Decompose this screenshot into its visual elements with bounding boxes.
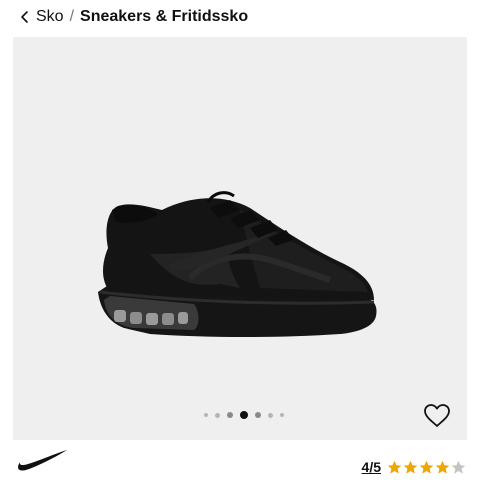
- carousel-dot-active[interactable]: [240, 411, 248, 419]
- breadcrumb-parent-link[interactable]: Sko: [36, 9, 64, 25]
- favorite-button[interactable]: [423, 403, 451, 429]
- star-empty-icon: [451, 460, 466, 474]
- carousel-indicator[interactable]: [13, 410, 467, 420]
- swoosh-logo: [18, 450, 67, 471]
- rating-value[interactable]: 4/5: [362, 459, 381, 475]
- star-filled-icon: [403, 460, 418, 474]
- chevron-left-icon[interactable]: [18, 10, 32, 24]
- star-filled-icon: [387, 460, 402, 474]
- carousel-dot[interactable]: [268, 412, 273, 418]
- carousel-dot[interactable]: [215, 412, 220, 418]
- product-rating[interactable]: 4/5: [362, 459, 466, 475]
- product-image-shoe: [98, 191, 377, 337]
- breadcrumb: Sko / Sneakers & Fritidssko: [18, 4, 248, 30]
- heart-outline-icon[interactable]: [423, 403, 451, 429]
- star-filled-icon: [419, 460, 434, 474]
- carousel-dot[interactable]: [227, 412, 233, 418]
- rating-stars: [387, 460, 466, 475]
- breadcrumb-separator: /: [69, 8, 75, 25]
- star-filled-icon: [435, 460, 450, 474]
- carousel-dot[interactable]: [204, 413, 208, 417]
- breadcrumb-current: Sneakers & Fritidssko: [80, 8, 249, 25]
- carousel-dot[interactable]: [255, 412, 261, 418]
- product-image-gallery[interactable]: [13, 37, 467, 440]
- carousel-dot[interactable]: [280, 413, 284, 417]
